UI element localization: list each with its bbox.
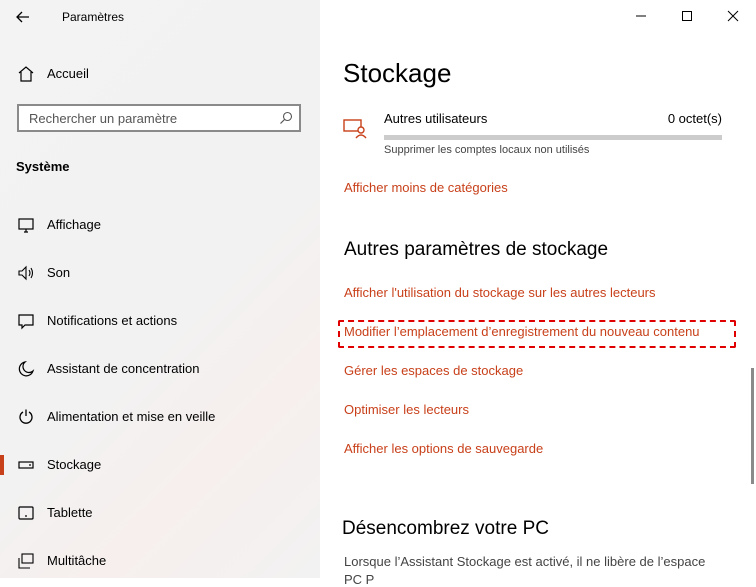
- declutter-title: Désencombrez votre PC: [342, 518, 549, 539]
- storage-icon: [16, 455, 36, 475]
- sidebar: Paramètres Accueil Rechercher un paramèt…: [0, 0, 320, 578]
- manage-storage-spaces-link[interactable]: Gérer les espaces de stockage: [344, 363, 523, 378]
- sidebar-item-notifications[interactable]: Notifications et actions: [0, 297, 320, 345]
- display-icon: [16, 215, 36, 235]
- declutter-description-cut: PC P: [344, 572, 375, 587]
- maximize-icon: [682, 11, 692, 21]
- tablet-icon: [16, 503, 36, 523]
- back-arrow-icon: [16, 11, 29, 23]
- sidebar-item-label: Multitâche: [47, 553, 107, 568]
- multitask-icon: [16, 551, 36, 571]
- power-icon: [16, 407, 36, 427]
- sidebar-item-tablette[interactable]: Tablette: [0, 489, 320, 537]
- close-button[interactable]: [710, 0, 756, 32]
- back-button[interactable]: [10, 6, 36, 28]
- storage-usage-bar: [384, 135, 722, 140]
- active-indicator: [0, 455, 4, 475]
- sidebar-item-label: Alimentation et mise en veille: [47, 409, 216, 424]
- search-placeholder: Rechercher un paramètre: [29, 111, 178, 126]
- notification-icon: [16, 311, 36, 331]
- maximize-button[interactable]: [664, 0, 710, 32]
- app-title: Paramètres: [62, 10, 125, 24]
- scrollbar[interactable]: [751, 368, 754, 484]
- sidebar-item-label: Notifications et actions: [47, 313, 178, 328]
- sidebar-item-label: Stockage: [47, 457, 102, 472]
- page-title: Stockage: [343, 58, 452, 88]
- storage-item-size: 0 octet(s): [667, 111, 722, 126]
- view-other-drives-usage-link[interactable]: Afficher l'utilisation du stockage sur l…: [344, 285, 656, 300]
- backup-options-link[interactable]: Afficher les options de sauvegarde: [344, 441, 543, 456]
- home-icon: [16, 64, 36, 84]
- minimize-icon: [636, 15, 646, 17]
- minimize-button[interactable]: [618, 0, 664, 32]
- sidebar-item-son[interactable]: Son: [0, 249, 320, 297]
- show-less-categories-link[interactable]: Afficher moins de catégories: [344, 180, 508, 195]
- sidebar-item-label: Affichage: [47, 217, 101, 232]
- optimize-drives-link[interactable]: Optimiser les lecteurs: [344, 402, 469, 417]
- nav-list: Affichage Son Notifications et actions A…: [0, 201, 320, 585]
- sidebar-item-home[interactable]: Accueil: [0, 60, 320, 88]
- storage-item-description: Supprimer les comptes locaux non utilisé…: [384, 144, 590, 156]
- declutter-description: Lorsque l’Assistant Stockage est activé,…: [344, 554, 706, 569]
- speaker-icon: [16, 263, 36, 283]
- sidebar-item-stockage[interactable]: Stockage: [0, 441, 320, 489]
- search-icon: [279, 111, 293, 125]
- main-content: Stockage Autres utilisateurs 0 octet(s) …: [320, 0, 756, 587]
- sidebar-item-concentration[interactable]: Assistant de concentration: [0, 345, 320, 393]
- other-storage-settings-title: Autres paramètres de stockage: [344, 239, 609, 260]
- change-save-location-link[interactable]: Modifier l’emplacement d’enregistrement …: [344, 324, 700, 339]
- home-label: Accueil: [47, 66, 89, 81]
- search-input[interactable]: Rechercher un paramètre: [17, 104, 301, 132]
- other-users-icon: [342, 116, 368, 142]
- storage-item-name: Autres utilisateurs: [384, 111, 488, 126]
- sidebar-item-alimentation[interactable]: Alimentation et mise en veille: [0, 393, 320, 441]
- sidebar-item-affichage[interactable]: Affichage: [0, 201, 320, 249]
- sidebar-item-label: Assistant de concentration: [47, 361, 200, 376]
- sidebar-item-label: Tablette: [47, 505, 93, 520]
- moon-icon: [16, 359, 36, 379]
- sidebar-item-label: Son: [47, 265, 71, 280]
- close-icon: [727, 10, 739, 22]
- section-title: Système: [16, 159, 70, 174]
- titlebar: Paramètres: [0, 0, 320, 34]
- window-controls: [618, 0, 756, 32]
